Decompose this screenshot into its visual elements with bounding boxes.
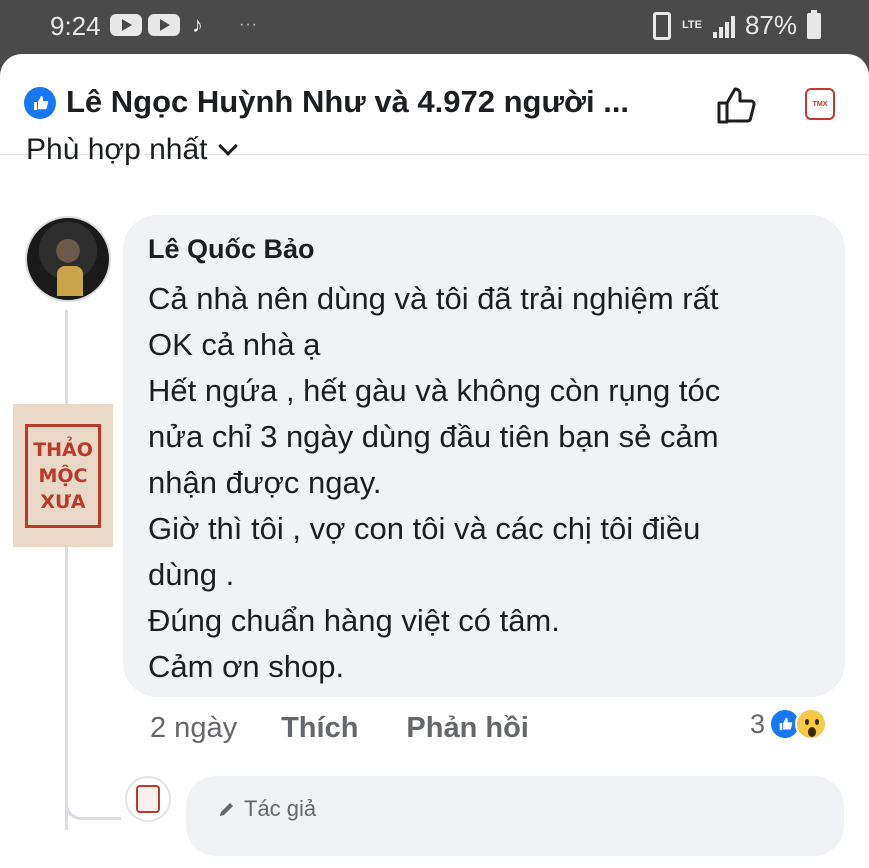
- comment-line: nhận được ngay.: [148, 465, 382, 500]
- reactions-summary[interactable]: Lê Ngọc Huỳnh Như và 4.972 người ...: [66, 84, 629, 120]
- battery-percent: 87%: [744, 10, 797, 40]
- avatar[interactable]: [25, 216, 111, 302]
- more-notifications-icon: ···: [239, 16, 258, 33]
- chevron-down-icon: [218, 136, 239, 156]
- stamp-frame: THẢO MỘC XƯA: [25, 423, 101, 528]
- reply-avatar[interactable]: [125, 776, 171, 822]
- battery-icon: [807, 9, 821, 39]
- stamp-line: THẢO: [33, 438, 93, 461]
- author-badge-label: Tác giả: [244, 796, 317, 821]
- pen-icon: [220, 803, 233, 816]
- comment-line: Hết ngứa , hết gàu và không còn rụng tóc: [148, 373, 721, 408]
- youtube-icon: [110, 14, 142, 36]
- author-badge: Tác giả: [218, 796, 316, 822]
- lte-icon: LTE: [681, 19, 702, 31]
- signal-icon: [712, 14, 735, 38]
- status-right: LTE 87%: [652, 9, 821, 41]
- tiktok-icon: ♪: [192, 12, 203, 37]
- comment-actions: 2 ngày Thích Phản hồi: [150, 712, 529, 745]
- comment-text: Cả nhà nên dùng và tôi đã trải nghiệm rấ…: [148, 276, 838, 690]
- youtube-icon: [148, 14, 180, 36]
- comment-reactions[interactable]: 3: [750, 708, 828, 740]
- comment-author[interactable]: Lê Quốc Bảo: [148, 234, 315, 265]
- wow-reaction-icon: [795, 708, 828, 740]
- status-time: 9:24: [50, 11, 101, 41]
- comment-timestamp[interactable]: 2 ngày: [150, 712, 237, 745]
- stamp-line: XƯA: [40, 490, 86, 513]
- notification-icons: ♪ ···: [110, 14, 258, 36]
- thread-branch: [65, 780, 121, 820]
- brand-stamp-logo: THẢO MỘC XƯA: [13, 404, 113, 547]
- sort-dropdown[interactable]: Phù hợp nhất: [26, 133, 239, 167]
- like-button-icon[interactable]: [714, 84, 760, 126]
- like-action-button[interactable]: Thích: [281, 712, 358, 745]
- comment-line: Cả nhà nên dùng và tôi đã trải nghiệm rấ…: [148, 281, 719, 316]
- thread-line: [65, 310, 68, 830]
- reaction-count: 3: [750, 708, 766, 739]
- status-bar: 9:24 ♪ ··· LTE 87%: [0, 0, 869, 54]
- comment-line: Đúng chuẩn hàng việt có tâm.: [148, 603, 560, 638]
- brand-icon: [136, 785, 160, 813]
- comment-line: dùng .: [148, 557, 235, 592]
- stamp-line: MỘC: [38, 464, 88, 487]
- page-brand-icon[interactable]: TMX: [805, 88, 835, 120]
- like-reaction-icon: [24, 87, 56, 119]
- vibrate-icon: [652, 11, 671, 40]
- reply-action-button[interactable]: Phản hồi: [406, 712, 528, 745]
- comment-line: nửa chỉ 3 ngày dùng đầu tiên bạn sẻ cảm: [148, 419, 719, 454]
- sort-label: Phù hợp nhất: [26, 133, 208, 166]
- comment-line: Cảm ơn shop.: [148, 649, 345, 684]
- comment-line: OK cả nhà ạ: [148, 327, 321, 362]
- comment-line: Giờ thì tôi , vợ con tôi và các chị tôi …: [148, 511, 701, 546]
